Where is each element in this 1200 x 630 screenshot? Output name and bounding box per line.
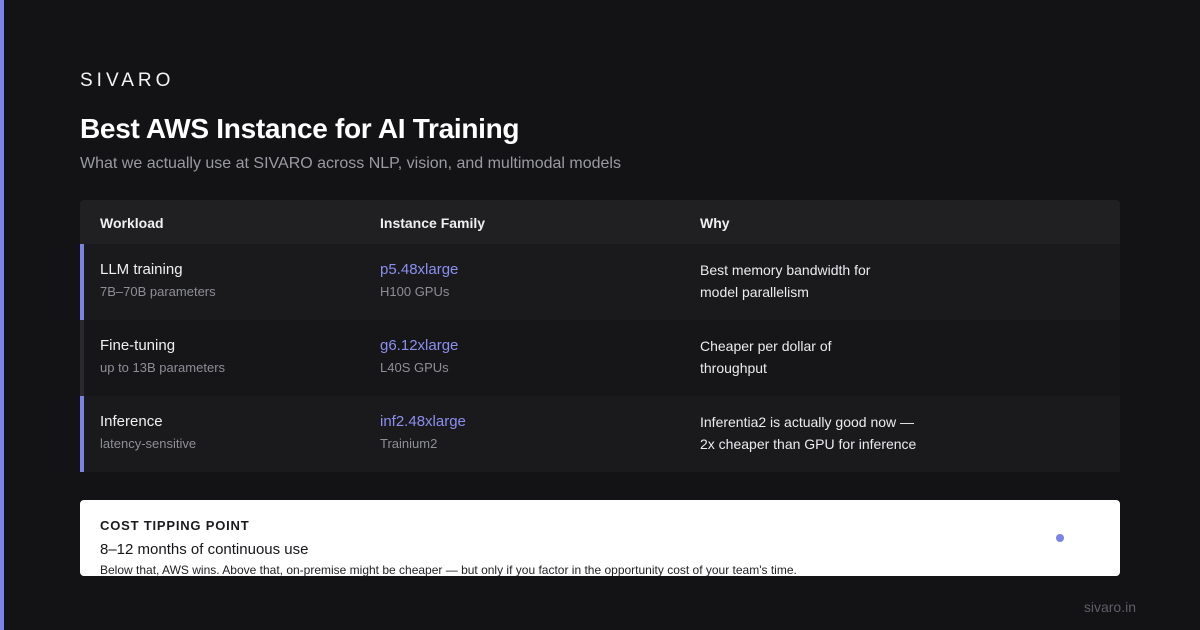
page: SIVARO Best AWS Instance for AI Training… <box>0 0 1200 630</box>
table-header: Workload Instance Family Why <box>80 200 1120 244</box>
instance-name: g6.12xlarge <box>380 337 459 354</box>
instance-detail: Trainium2 <box>380 436 438 451</box>
why-line: throughput <box>700 360 767 376</box>
footer-url: sivaro.in <box>1083 599 1136 615</box>
dot-icon <box>1056 534 1064 542</box>
workload-name: Fine-tuning <box>100 337 176 354</box>
why-line: Cheaper per dollar of <box>700 338 832 354</box>
callout-label: COST TIPPING POINT <box>100 518 250 533</box>
brand-logo: SIVARO <box>80 70 175 91</box>
column-header-instance-family: Instance Family <box>380 215 486 231</box>
table-row: Fine-tuning up to 13B parameters g6.12xl… <box>80 320 1120 396</box>
instance-table: Workload Instance Family Why LLM trainin… <box>80 200 1120 472</box>
instance-detail: H100 GPUs <box>380 284 450 299</box>
page-title: Best AWS Instance for AI Training <box>80 113 520 144</box>
table-row: Inference latency-sensitive inf2.48xlarg… <box>80 396 1120 472</box>
table-row: LLM training 7B–70B parameters p5.48xlar… <box>80 244 1120 320</box>
workload-name: LLM training <box>100 261 183 278</box>
page-subtitle: What we actually use at SIVARO across NL… <box>80 155 621 172</box>
column-header-workload: Workload <box>100 215 164 231</box>
cost-tipping-callout: COST TIPPING POINT 8–12 months of contin… <box>80 500 1120 577</box>
instance-detail: L40S GPUs <box>380 360 449 375</box>
workload-detail: up to 13B parameters <box>100 360 226 375</box>
instance-name: inf2.48xlarge <box>380 413 466 430</box>
callout-note: Below that, AWS wins. Above that, on-pre… <box>100 563 797 577</box>
accent-bar <box>0 0 4 630</box>
why-line: 2x cheaper than GPU for inference <box>700 436 917 452</box>
why-line: Inferentia2 is actually good now — <box>700 414 915 430</box>
instance-name: p5.48xlarge <box>380 261 459 278</box>
callout-value: 8–12 months of continuous use <box>100 541 309 558</box>
why-line: Best memory bandwidth for <box>700 262 871 278</box>
workload-name: Inference <box>100 413 163 430</box>
workload-detail: 7B–70B parameters <box>100 284 216 299</box>
why-text: Best memory bandwidth for model parallel… <box>700 259 940 303</box>
why-text: Cheaper per dollar of throughput <box>700 335 940 379</box>
why-line: model parallelism <box>700 284 809 300</box>
workload-detail: latency-sensitive <box>100 436 197 451</box>
column-header-why: Why <box>700 215 730 231</box>
why-text: Inferentia2 is actually good now — 2x ch… <box>700 411 940 455</box>
